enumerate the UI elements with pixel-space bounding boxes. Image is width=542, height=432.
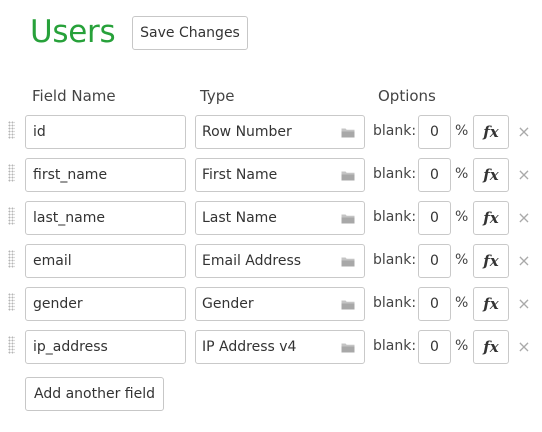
field-name-input[interactable] — [25, 158, 186, 192]
field-name-input[interactable] — [25, 115, 186, 149]
blank-percent-input[interactable] — [418, 115, 451, 149]
percent-sign: % — [455, 209, 469, 225]
blank-percent-input[interactable] — [418, 244, 451, 278]
percent-sign: % — [455, 252, 469, 268]
drag-handle-icon[interactable] — [8, 207, 15, 225]
folder-icon — [341, 300, 355, 310]
blank-percent-input[interactable] — [418, 330, 451, 364]
save-changes-button[interactable]: Save Changes — [132, 16, 248, 50]
blank-label: blank: — [373, 209, 417, 225]
blank-percent-input[interactable] — [418, 201, 451, 235]
field-name-input[interactable] — [25, 330, 186, 364]
close-icon[interactable]: × — [517, 337, 531, 357]
type-label: IP Address v4 — [202, 339, 297, 355]
type-label: Email Address — [202, 253, 302, 269]
field-row: Row Number blank: % fx × — [0, 115, 542, 151]
drag-handle-icon[interactable] — [8, 164, 15, 182]
folder-icon — [341, 128, 355, 138]
folder-icon — [341, 171, 355, 181]
blank-label: blank: — [373, 252, 417, 268]
blank-percent-input[interactable] — [418, 158, 451, 192]
type-selector[interactable]: Email Address — [195, 244, 365, 278]
type-selector[interactable]: Last Name — [195, 201, 365, 235]
folder-icon — [341, 257, 355, 267]
fx-icon[interactable]: fx — [473, 115, 509, 149]
type-label: First Name — [202, 167, 278, 183]
percent-sign: % — [455, 123, 469, 139]
type-label: Row Number — [202, 124, 292, 140]
percent-sign: % — [455, 338, 469, 354]
blank-percent-input[interactable] — [418, 287, 451, 321]
drag-handle-icon[interactable] — [8, 121, 15, 139]
blank-label: blank: — [373, 123, 417, 139]
field-row: First Name blank: % fx × — [0, 158, 542, 194]
field-name-input[interactable] — [25, 287, 186, 321]
options-header: Options — [378, 87, 436, 105]
fx-icon[interactable]: fx — [473, 201, 509, 235]
page-title: Users — [30, 14, 116, 50]
drag-handle-icon[interactable] — [8, 250, 15, 268]
folder-icon — [341, 343, 355, 353]
field-row: Gender blank: % fx × — [0, 287, 542, 323]
close-icon[interactable]: × — [517, 122, 531, 142]
type-header: Type — [200, 87, 235, 105]
type-selector[interactable]: IP Address v4 — [195, 330, 365, 364]
blank-label: blank: — [373, 338, 417, 354]
percent-sign: % — [455, 166, 469, 182]
field-name-input[interactable] — [25, 201, 186, 235]
type-label: Last Name — [202, 210, 277, 226]
type-selector[interactable]: First Name — [195, 158, 365, 192]
drag-handle-icon[interactable] — [8, 336, 15, 354]
blank-label: blank: — [373, 166, 417, 182]
field-name-input[interactable] — [25, 244, 186, 278]
type-selector[interactable]: Row Number — [195, 115, 365, 149]
blank-label: blank: — [373, 295, 417, 311]
fx-icon[interactable]: fx — [473, 330, 509, 364]
field-name-header: Field Name — [32, 87, 116, 105]
drag-handle-icon[interactable] — [8, 293, 15, 311]
close-icon[interactable]: × — [517, 165, 531, 185]
close-icon[interactable]: × — [517, 251, 531, 271]
type-selector[interactable]: Gender — [195, 287, 365, 321]
close-icon[interactable]: × — [517, 294, 531, 314]
field-row: IP Address v4 blank: % fx × — [0, 330, 542, 366]
type-label: Gender — [202, 296, 254, 312]
fx-icon[interactable]: fx — [473, 244, 509, 278]
field-row: Last Name blank: % fx × — [0, 201, 542, 237]
fx-icon[interactable]: fx — [473, 158, 509, 192]
folder-icon — [341, 214, 355, 224]
fx-icon[interactable]: fx — [473, 287, 509, 321]
field-row: Email Address blank: % fx × — [0, 244, 542, 280]
add-field-button[interactable]: Add another field — [25, 377, 164, 411]
close-icon[interactable]: × — [517, 208, 531, 228]
percent-sign: % — [455, 295, 469, 311]
